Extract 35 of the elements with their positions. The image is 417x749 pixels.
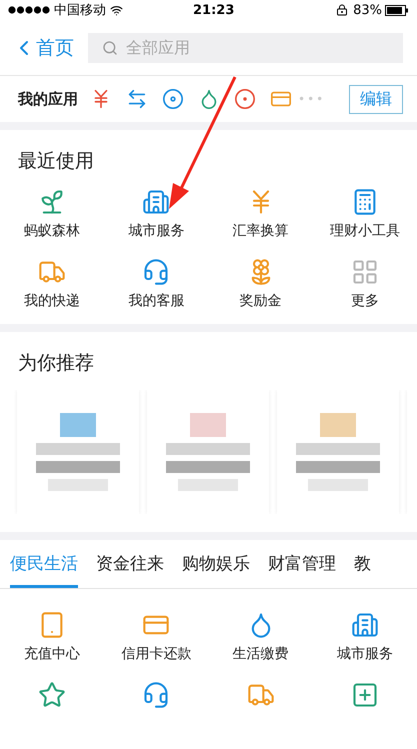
back-link[interactable]: 首页 bbox=[12, 34, 74, 60]
blurred-text bbox=[48, 479, 108, 491]
signal-icon bbox=[8, 6, 51, 14]
search-icon bbox=[102, 40, 118, 56]
blurred-text bbox=[178, 479, 238, 491]
category-tab[interactable]: 资金往来 bbox=[96, 540, 164, 588]
lock-icon bbox=[336, 4, 348, 16]
edit-button[interactable]: 编辑 bbox=[349, 84, 403, 114]
app-label[interactable]: 城市服务 bbox=[128, 222, 184, 240]
battery-icon bbox=[385, 4, 409, 16]
section-title: 我的应用 bbox=[18, 90, 78, 108]
app-label[interactable]: 蚂蚁森林 bbox=[24, 222, 80, 240]
more-dots: ••• bbox=[298, 92, 326, 106]
battery-percent: 83% bbox=[353, 2, 382, 18]
app-label[interactable]: 理财小工具 bbox=[330, 222, 400, 240]
app-label[interactable]: 奖励金 bbox=[240, 292, 282, 310]
app-label[interactable]: 充值中心 bbox=[24, 645, 80, 663]
app-label[interactable]: 更多 bbox=[350, 292, 379, 310]
app-label[interactable]: 生活缴费 bbox=[232, 645, 289, 663]
search-bar[interactable]: 全部应用 bbox=[88, 32, 403, 62]
wifi-icon bbox=[110, 4, 123, 16]
app-label[interactable]: 信用卡还款 bbox=[121, 645, 192, 663]
category-tab[interactable]: 教 bbox=[354, 540, 371, 588]
section-title: 最近使用 bbox=[18, 149, 95, 174]
app-label[interactable]: 我的快递 bbox=[24, 292, 80, 310]
app-label[interactable]: 汇率换算 bbox=[232, 222, 289, 240]
app-label[interactable]: 我的客服 bbox=[128, 292, 184, 310]
category-tab[interactable]: 购物娱乐 bbox=[182, 540, 250, 588]
carrier-name: 中国移动 bbox=[54, 2, 106, 19]
app-label[interactable]: 城市服务 bbox=[336, 645, 393, 663]
section-title: 为你推荐 bbox=[18, 351, 95, 376]
clock-time: 21:23 bbox=[193, 2, 234, 18]
search-field[interactable]: 全部应用 bbox=[124, 37, 389, 58]
category-tab[interactable]: 财富管理 bbox=[268, 540, 336, 588]
blurred-text bbox=[308, 479, 368, 491]
